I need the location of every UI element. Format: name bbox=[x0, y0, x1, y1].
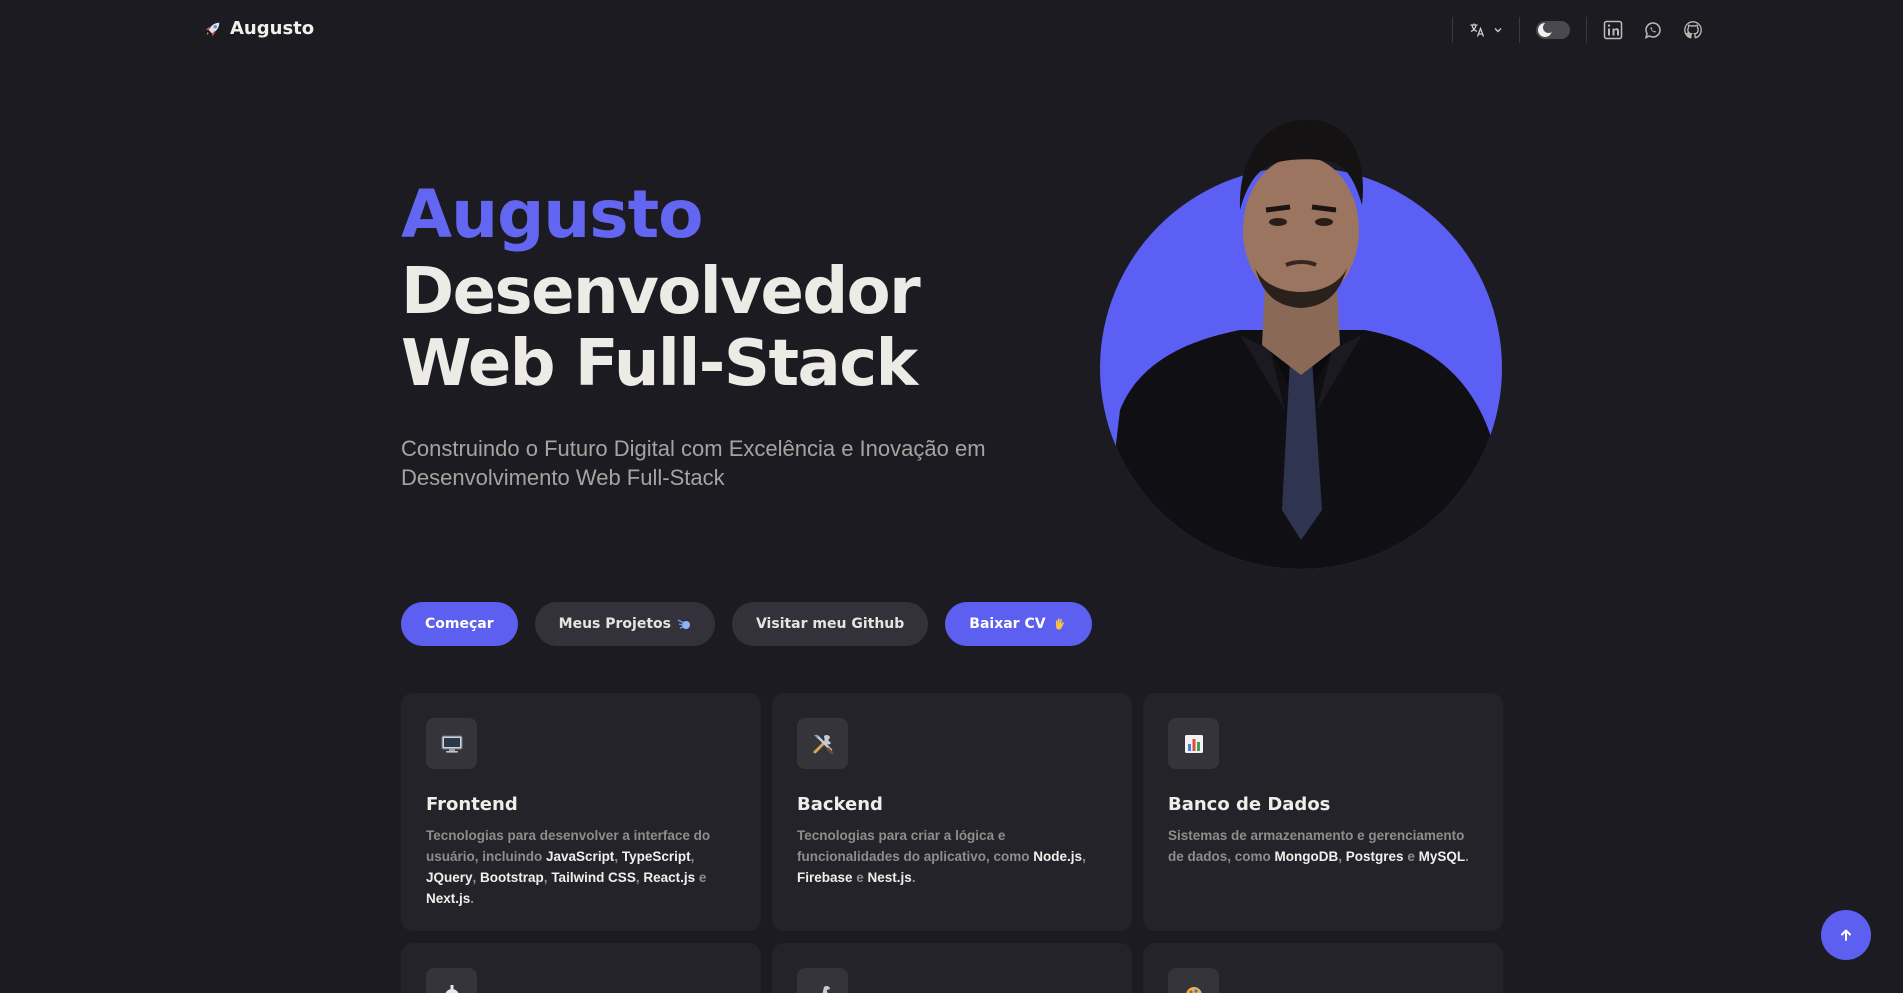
whatsapp-icon[interactable] bbox=[1643, 20, 1663, 40]
brand-link[interactable]: Augusto bbox=[204, 18, 314, 39]
comet-icon bbox=[677, 619, 690, 629]
skill-card-design bbox=[1143, 943, 1503, 993]
skills-grid: Frontend Tecnologias para desenvolver a … bbox=[401, 693, 1503, 993]
language-selector[interactable] bbox=[1469, 22, 1503, 38]
tech-name: Node.js bbox=[1033, 849, 1083, 864]
translate-icon bbox=[1470, 23, 1485, 37]
github-icon[interactable] bbox=[1683, 20, 1703, 40]
separator: . bbox=[470, 891, 475, 906]
card-title: Frontend bbox=[426, 794, 518, 815]
separator: , bbox=[1082, 849, 1086, 864]
wrench-icon bbox=[821, 985, 830, 993]
download-cv-button[interactable]: Baixar CV bbox=[945, 602, 1092, 646]
separator: e bbox=[695, 870, 707, 885]
card-icon-box bbox=[426, 968, 477, 993]
skill-card-tools bbox=[772, 943, 1132, 993]
card-icon-box bbox=[1168, 968, 1219, 993]
separator: . bbox=[911, 870, 916, 885]
my-projects-label: Meus Projetos bbox=[558, 616, 671, 632]
palette-icon bbox=[1185, 986, 1202, 993]
tech-name: MongoDB bbox=[1274, 849, 1339, 864]
moon-icon bbox=[1538, 22, 1554, 37]
nav-actions bbox=[1436, 12, 1703, 48]
hero-subtitle: Construindo o Futuro Digital com Excelên… bbox=[401, 436, 986, 490]
profile-portrait bbox=[1100, 119, 1502, 569]
skill-card-database: Banco de Dados Sistemas de armazenamento… bbox=[1143, 693, 1503, 931]
rocket-icon bbox=[205, 22, 220, 36]
monitor-icon bbox=[441, 735, 462, 753]
tech-name: Tailwind CSS bbox=[551, 870, 636, 885]
card-description: Sistemas de armazenamento e gerenciament… bbox=[1168, 825, 1478, 867]
separator: , bbox=[614, 849, 622, 864]
social-links bbox=[1603, 20, 1703, 40]
waving-hand-icon bbox=[1055, 618, 1064, 630]
tools-icon bbox=[813, 734, 833, 754]
stopwatch-icon bbox=[444, 984, 459, 993]
separator: , bbox=[472, 870, 481, 885]
brand-name: Augusto bbox=[230, 18, 315, 39]
separator: , bbox=[690, 849, 695, 864]
card-desc-text: Tecnologias para criar a lógica e funcio… bbox=[797, 828, 1034, 864]
card-description: Tecnologias para criar a lógica e funcio… bbox=[797, 825, 1107, 888]
hero-title: Desenvolvedor Web Full-Stack bbox=[401, 255, 921, 401]
hero-title-line-1: Desenvolvedor bbox=[401, 255, 921, 329]
tech-name: React.js bbox=[643, 870, 696, 885]
tech-name: Nest.js bbox=[867, 870, 912, 885]
linkedin-icon[interactable] bbox=[1603, 20, 1623, 40]
tech-name: MySQL bbox=[1418, 849, 1466, 864]
top-nav: Augusto bbox=[0, 0, 1903, 60]
skill-card-backend: Backend Tecnologias para criar a lógica … bbox=[772, 693, 1132, 931]
theme-toggle[interactable] bbox=[1536, 21, 1570, 39]
my-projects-button[interactable]: Meus Projetos bbox=[534, 602, 715, 646]
tech-name: Firebase bbox=[797, 870, 853, 885]
separator: , bbox=[1338, 849, 1346, 864]
skill-card-devops bbox=[401, 943, 761, 993]
card-description: Tecnologias para desenvolver a interface… bbox=[426, 825, 736, 909]
divider bbox=[1586, 17, 1587, 43]
bar-chart-icon bbox=[1184, 734, 1203, 753]
download-cv-label: Baixar CV bbox=[969, 616, 1046, 632]
chevron-down-icon bbox=[1494, 28, 1502, 33]
separator: e bbox=[1403, 849, 1419, 864]
tech-name: Bootstrap bbox=[480, 870, 544, 885]
card-title: Backend bbox=[797, 794, 883, 815]
tech-name: Postgres bbox=[1345, 849, 1404, 864]
tech-name: JavaScript bbox=[546, 849, 615, 864]
page: Augusto Augusto Desenvolvedor Web Full-S… bbox=[0, 0, 1903, 993]
separator: . bbox=[1465, 849, 1469, 864]
hero-buttons: Começar Meus Projetos Visitar meu Github… bbox=[401, 602, 1092, 646]
card-icon-box bbox=[797, 968, 848, 993]
tech-name: JQuery bbox=[426, 870, 473, 885]
divider bbox=[1452, 17, 1453, 43]
separator: e bbox=[852, 870, 868, 885]
card-icon-box bbox=[426, 718, 477, 769]
start-button-label: Começar bbox=[425, 616, 494, 632]
hero-title-line-2: Web Full-Stack bbox=[401, 327, 918, 401]
tech-name: Next.js bbox=[426, 891, 471, 906]
card-icon-box bbox=[1168, 718, 1219, 769]
visit-github-button[interactable]: Visitar meu Github bbox=[731, 602, 929, 646]
start-button[interactable]: Começar bbox=[401, 602, 518, 646]
card-title: Banco de Dados bbox=[1168, 794, 1331, 815]
divider bbox=[1519, 17, 1520, 43]
visit-github-label: Visitar meu Github bbox=[755, 616, 905, 632]
card-icon-box bbox=[797, 718, 848, 769]
scroll-to-top-button[interactable] bbox=[1821, 910, 1871, 960]
skill-card-frontend: Frontend Tecnologias para desenvolver a … bbox=[401, 693, 761, 931]
tech-name: TypeScript bbox=[621, 849, 691, 864]
arrow-up-icon bbox=[1841, 929, 1851, 941]
hero-name: Augusto bbox=[401, 176, 703, 253]
